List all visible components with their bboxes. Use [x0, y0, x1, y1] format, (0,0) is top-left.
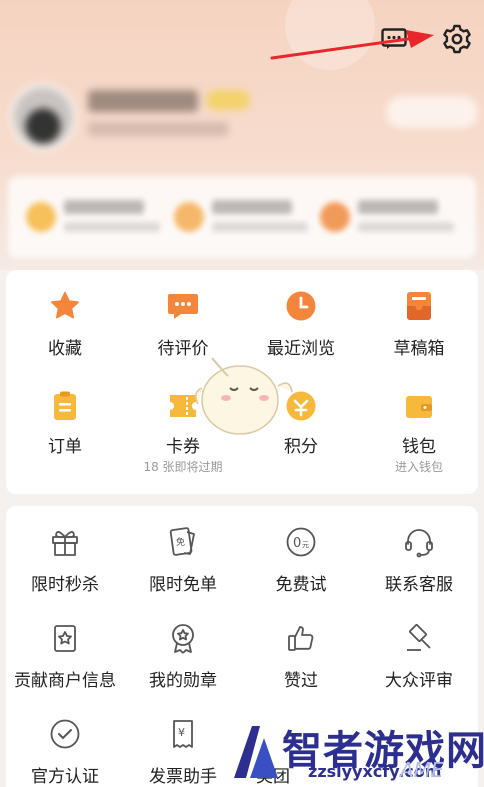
- free-coupon-icon: 免: [169, 527, 195, 556]
- item-sublabel: 18 张即将过期: [143, 460, 223, 474]
- drafts-box-icon: [407, 292, 431, 320]
- user-subtitle-blurred: [88, 122, 228, 136]
- watermark-logo: [234, 726, 278, 778]
- clipboard-icon: [54, 391, 76, 420]
- item-customer-service[interactable]: 联系客服: [360, 526, 478, 596]
- item-liked[interactable]: 赞过: [242, 622, 360, 692]
- profile-button-blurred[interactable]: [386, 96, 478, 128]
- asset-item[interactable]: [26, 194, 166, 244]
- user-name-blurred: [88, 90, 198, 112]
- item-label: 收藏: [48, 339, 82, 359]
- gift-icon: [52, 531, 78, 556]
- wallet-icon: [406, 396, 432, 418]
- item-label: 我的勋章: [149, 671, 217, 691]
- item-label: 大众评审: [385, 671, 453, 691]
- item-label: 限时秒杀: [31, 575, 99, 595]
- comment-icon: [168, 294, 198, 319]
- item-label: 限时免单: [149, 575, 217, 595]
- item-label: 贡献商户信息: [14, 671, 116, 691]
- item-free-trial[interactable]: 0 元 免费试: [242, 526, 360, 596]
- item-official-cert[interactable]: 官方认证: [6, 718, 124, 787]
- svg-text:¥: ¥: [178, 726, 185, 739]
- annotation-arrow: [270, 30, 434, 60]
- asset-item[interactable]: [320, 194, 460, 244]
- item-label: 官方认证: [31, 767, 99, 787]
- item-label: 联系客服: [385, 575, 453, 595]
- item-drafts[interactable]: 草稿箱: [360, 290, 478, 360]
- profile-section[interactable]: [8, 82, 478, 172]
- vip-badge-blurred: [206, 90, 250, 110]
- assets-strip: [8, 176, 476, 258]
- item-free-order[interactable]: 免 限时免单: [124, 526, 242, 596]
- star-icon: [50, 291, 80, 319]
- item-label: 草稿箱: [393, 339, 445, 359]
- item-flash-sale[interactable]: 限时秒杀: [6, 526, 124, 596]
- gear-icon[interactable]: [441, 23, 473, 55]
- asset-item[interactable]: [174, 194, 314, 244]
- item-sublabel: 进入钱包: [394, 460, 443, 474]
- mascot-illustration: [195, 357, 293, 435]
- item-orders[interactable]: 订单: [6, 390, 124, 470]
- watermark-faded-text: AME: [400, 758, 444, 782]
- check-circle-icon: [50, 719, 80, 749]
- shop-info-icon: [54, 625, 76, 652]
- zero-yuan-icon: 0 元: [286, 527, 316, 557]
- item-wallet[interactable]: 钱包 进入钱包: [360, 390, 478, 474]
- gavel-icon: [407, 624, 431, 651]
- svg-text:0: 0: [293, 536, 301, 551]
- item-public-review[interactable]: 大众评审: [360, 622, 478, 692]
- item-my-medals[interactable]: 我的勋章: [124, 622, 242, 692]
- svg-text:元: 元: [302, 541, 309, 549]
- svg-text:免: 免: [176, 536, 185, 548]
- headset-icon: [405, 529, 433, 558]
- item-label: 订单: [48, 437, 82, 457]
- invoice-icon: ¥: [173, 720, 193, 748]
- item-contribute-info[interactable]: 贡献商户信息: [6, 622, 124, 692]
- item-label: 赞过: [284, 671, 318, 691]
- medal-icon: [172, 624, 194, 654]
- item-label: 钱包: [402, 437, 436, 457]
- item-label: 免费试: [275, 575, 327, 595]
- avatar[interactable]: [10, 84, 76, 150]
- clock-icon: [286, 291, 316, 321]
- item-favorites[interactable]: 收藏: [6, 290, 124, 360]
- thumbs-up-icon: [288, 626, 314, 651]
